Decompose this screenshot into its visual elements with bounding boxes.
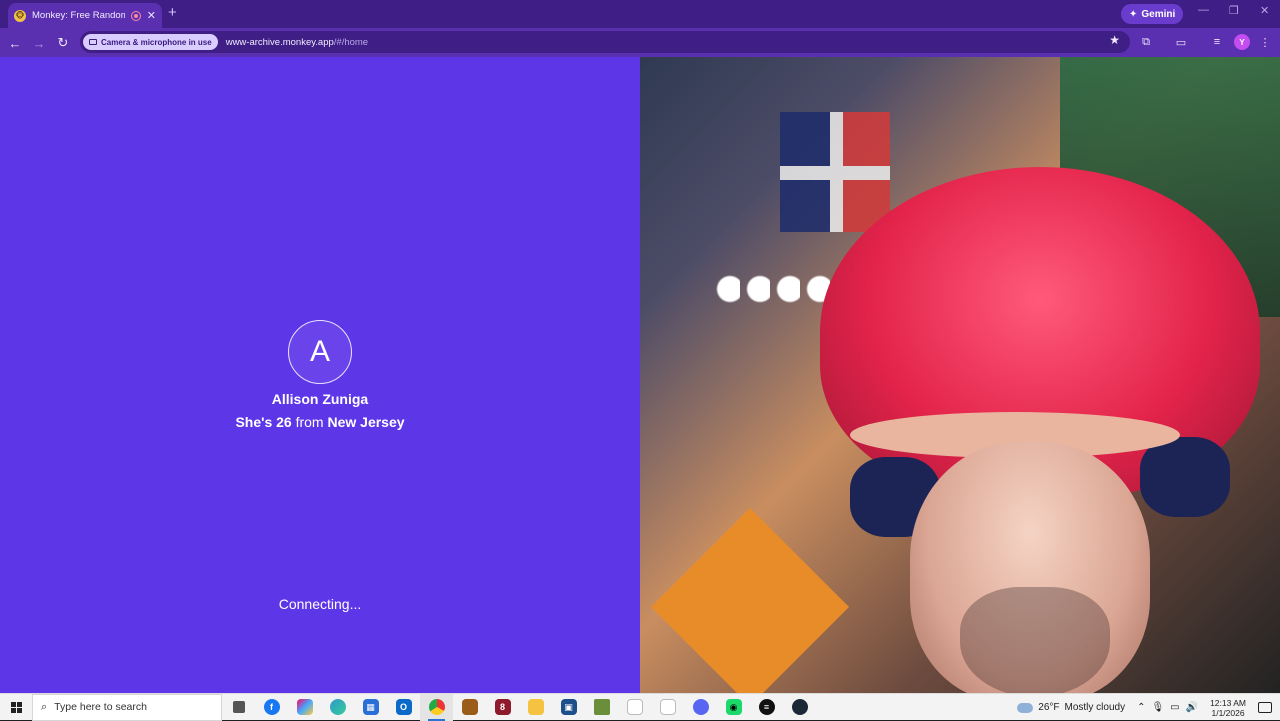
discord-icon[interactable] (684, 694, 717, 721)
search-placeholder: Type here to search (54, 701, 147, 713)
window-close-button[interactable]: ✕ (1260, 4, 1269, 17)
steam-icon[interactable] (783, 694, 816, 721)
bookmark-star-icon[interactable]: ★ (1109, 33, 1120, 47)
media-controls-icon[interactable]: ≡ (1210, 35, 1224, 49)
file-icon[interactable] (651, 694, 684, 721)
tab-close-button[interactable]: ✕ (147, 9, 156, 22)
partner-info: She's 26 from New Jersey (0, 414, 640, 430)
partner-panel: A Allison Zuniga She's 26 from New Jerse… (0, 57, 640, 693)
app-green-icon[interactable]: ◉ (717, 694, 750, 721)
partner-pronoun: She's (235, 414, 273, 430)
partner-from-word: from (295, 414, 324, 430)
clock-date: 1/1/2026 (1211, 707, 1245, 718)
notification-icon[interactable] (1258, 702, 1272, 713)
gemini-button[interactable]: ✦ Gemini (1121, 4, 1184, 24)
partner-location: New Jersey (327, 414, 405, 430)
page-content: A Allison Zuniga She's 26 from New Jerse… (0, 57, 1280, 693)
clock[interactable]: 12:13 AM 1/1/2026 (1210, 698, 1246, 718)
minecraft-icon[interactable] (585, 694, 618, 721)
windows-logo-icon (10, 701, 22, 713)
maximize-button[interactable]: ❐ (1229, 4, 1239, 17)
partner-avatar: A (288, 320, 352, 384)
url-text[interactable]: www-archive.monkey.app/#/home (226, 37, 368, 48)
video-headset-right (1140, 437, 1230, 517)
store-icon[interactable]: ▦ (354, 694, 387, 721)
reload-icon[interactable]: ↻ (54, 34, 72, 52)
file-icon[interactable] (618, 694, 651, 721)
tab-strip: 🐵 Monkey: Free Random Video Chat ✕ + ✦ G… (0, 0, 1280, 28)
monkey-favicon-icon: 🐵 (14, 9, 26, 22)
recording-indicator-icon (130, 10, 141, 21)
system-tray: 26°F Mostly cloudy ⌃ 🎙 ▭ 🔊 12:13 AM 1/1/… (1017, 694, 1280, 721)
chrome-icon[interactable] (420, 693, 453, 721)
partner-age: 26 (276, 414, 292, 430)
minimize-button[interactable]: — (1198, 4, 1209, 16)
forward-arrow-icon[interactable]: → (30, 34, 48, 52)
weather-temp: 26°F (1038, 702, 1060, 713)
app-dark-icon[interactable]: ≡ (750, 694, 783, 721)
app-red-icon[interactable]: 8 (486, 694, 519, 721)
self-camera-video (640, 57, 1280, 693)
start-button[interactable] (0, 694, 32, 721)
copilot-icon[interactable] (288, 694, 321, 721)
profile-avatar[interactable]: Y (1234, 34, 1250, 50)
tray-chevron-up-icon[interactable]: ⌃ (1137, 702, 1145, 713)
facebook-icon[interactable]: f (255, 694, 288, 721)
connection-status: Connecting... (278, 596, 362, 612)
gemini-label: Gemini (1141, 8, 1176, 20)
gemini-sparkle-icon: ✦ (1129, 8, 1138, 20)
weather-widget[interactable]: 26°F Mostly cloudy (1017, 702, 1125, 713)
tab-title: Monkey: Free Random Video Chat (32, 10, 125, 21)
search-icon: ⌕ (41, 700, 48, 713)
menu-kebab-icon[interactable]: ⋮ (1258, 35, 1272, 49)
back-arrow-icon[interactable]: ← (6, 34, 24, 52)
partner-name: Allison Zuniga (271, 391, 369, 407)
camera-chip-label: Camera & microphone in use (101, 37, 212, 47)
extensions-icon[interactable]: ⧉ (1139, 35, 1153, 49)
outlook-icon[interactable]: O (387, 694, 420, 721)
network-icon[interactable]: ▭ (1170, 702, 1179, 713)
taskbar-search[interactable]: ⌕ Type here to search (32, 693, 222, 721)
cloud-icon (1017, 702, 1034, 713)
edge-icon[interactable] (321, 694, 354, 721)
microphone-icon[interactable]: 🎙 (1151, 702, 1164, 713)
url-host: www-archive.monkey.app (225, 36, 334, 48)
browser-toolbar: ← → ↻ Camera & microphone in use www-arc… (0, 28, 1280, 57)
file-explorer-icon[interactable] (519, 694, 552, 721)
windows-taskbar: ⌕ Type here to search f ▦ O 8 ▣ ◉ ≡ 26°F… (0, 693, 1280, 721)
cast-icon[interactable]: ▭ (1174, 35, 1188, 49)
tab-monkey[interactable]: 🐵 Monkey: Free Random Video Chat ✕ (8, 3, 162, 28)
address-bar[interactable]: Camera & microphone in use www-archive.m… (80, 31, 1130, 53)
new-tab-button[interactable]: + (168, 4, 177, 21)
weather-desc: Mostly cloudy (1064, 702, 1126, 713)
video-bg-flag (780, 112, 890, 232)
task-view-icon[interactable] (222, 694, 255, 721)
url-path: /#/home (333, 36, 369, 48)
video-person-beard (960, 587, 1110, 693)
video-bg-sign (651, 508, 849, 693)
volume-icon[interactable]: 🔊 (1186, 702, 1198, 713)
camera-icon (89, 39, 97, 45)
app-blue-icon[interactable]: ▣ (552, 694, 585, 721)
camera-mic-chip[interactable]: Camera & microphone in use (83, 34, 218, 50)
app-brown-icon[interactable] (453, 694, 486, 721)
clock-time: 12:13 AM (1210, 697, 1246, 708)
